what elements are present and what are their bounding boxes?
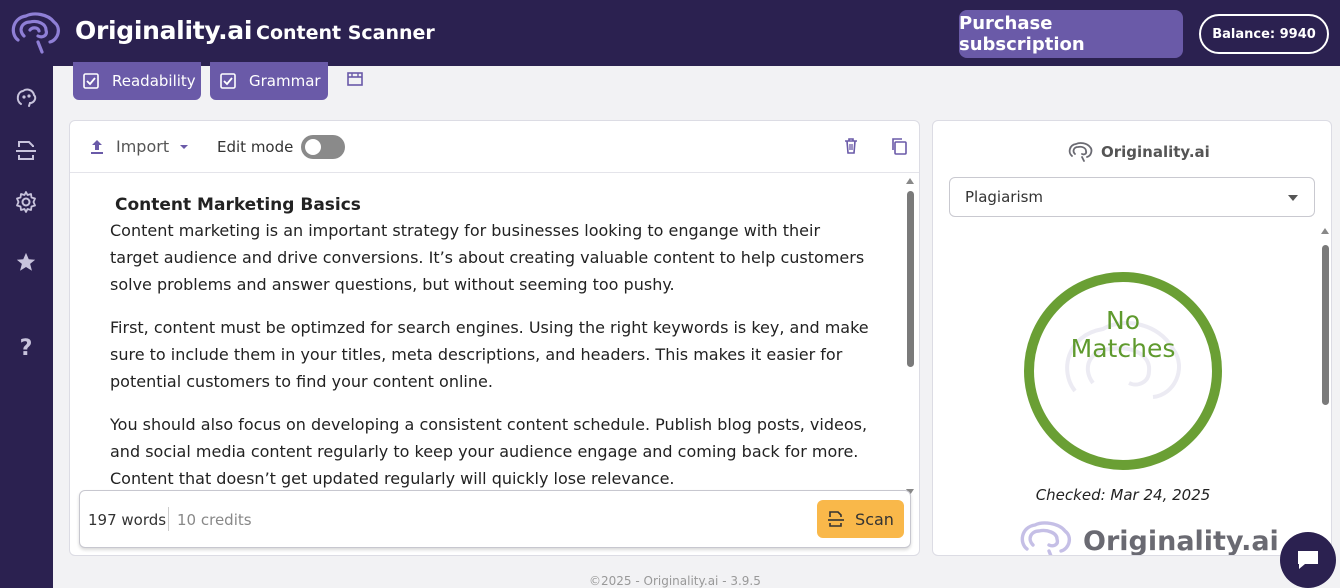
- result-ring: [1023, 271, 1223, 471]
- scan-label: Scan: [855, 510, 894, 529]
- edit-mode-toggle[interactable]: [301, 135, 345, 159]
- editor-panel: Import Edit mode Content Marketing Basic…: [69, 120, 920, 556]
- paragraph: First, content must be optimzed for sear…: [110, 314, 870, 395]
- trash-icon[interactable]: [842, 137, 860, 155]
- readability-toggle[interactable]: Readability: [73, 62, 201, 100]
- brain-logo-icon[interactable]: [8, 10, 64, 56]
- left-sidebar: ?: [0, 66, 53, 588]
- brain-icon: [14, 86, 38, 110]
- paragraph: You should also focus on developing a co…: [110, 411, 870, 489]
- sidebar-item-favorites[interactable]: [12, 248, 40, 276]
- checkbox-checked-icon: [83, 73, 99, 89]
- result-status: No Matches: [1023, 307, 1223, 363]
- result-line: Matches: [1023, 335, 1223, 363]
- copyright-text: ©2025 - Originality.ai - 3.9.5: [589, 574, 761, 588]
- scan-icon: [14, 138, 38, 162]
- copy-icon[interactable]: [890, 137, 908, 155]
- brain-logo-icon: [1017, 519, 1075, 556]
- import-button[interactable]: Import: [88, 137, 189, 156]
- results-panel: Originality.ai Plagiarism No Matches Che…: [932, 120, 1332, 556]
- chevron-down-icon: [1288, 195, 1298, 201]
- readability-label: Readability: [112, 72, 196, 90]
- upload-icon: [88, 138, 106, 156]
- results-brand: Originality.ai: [1067, 141, 1210, 163]
- calendar-icon[interactable]: [346, 70, 364, 88]
- editor-toolbar: Import Edit mode: [70, 121, 919, 173]
- checkbox-checked-icon: [220, 73, 236, 89]
- scroll-up-arrow-icon[interactable]: [906, 178, 914, 184]
- checked-date: Checked: Mar 24, 2025: [933, 486, 1313, 504]
- brand-name[interactable]: Originality.ai: [75, 16, 252, 45]
- star-icon: [15, 251, 37, 273]
- paragraph: Content marketing is an important strate…: [110, 217, 870, 298]
- scan-footer-bar: 197 words 10 credits Scan: [79, 490, 911, 548]
- grammar-label: Grammar: [249, 72, 321, 90]
- edit-mode-label: Edit mode: [217, 138, 293, 156]
- sidebar-item-ai-detection[interactable]: [12, 84, 40, 112]
- page-title: Content Scanner: [256, 22, 435, 44]
- scan-type-value: Plagiarism: [965, 188, 1043, 206]
- purchase-subscription-button[interactable]: Purchase subscription: [959, 10, 1183, 58]
- sidebar-item-help[interactable]: ?: [12, 334, 40, 362]
- grammar-toggle[interactable]: Grammar: [210, 62, 328, 100]
- results-footer-brand: Originality.ai: [1017, 519, 1279, 556]
- balance-badge[interactable]: Balance: 9940: [1199, 14, 1329, 54]
- word-count: 197 words: [88, 511, 166, 529]
- credits-count: 10 credits: [177, 511, 252, 529]
- document-text[interactable]: Content Marketing Basics Content marketi…: [110, 193, 870, 489]
- brain-logo-icon: [1067, 141, 1093, 163]
- sidebar-item-scan[interactable]: [12, 136, 40, 164]
- scroll-thumb[interactable]: [907, 191, 914, 367]
- import-label: Import: [116, 137, 169, 156]
- divider: [168, 507, 169, 531]
- chat-icon: [1295, 548, 1321, 572]
- gear-icon: [14, 190, 38, 214]
- caret-down-icon: [179, 142, 189, 152]
- result-line: No: [1023, 307, 1223, 335]
- document-title: Content Marketing Basics: [115, 193, 870, 217]
- results-scrollbar[interactable]: [1319, 225, 1331, 555]
- sidebar-item-settings[interactable]: [12, 188, 40, 216]
- scroll-thumb[interactable]: [1322, 245, 1329, 405]
- scan-icon: [827, 510, 845, 528]
- scan-button[interactable]: Scan: [817, 500, 904, 538]
- results-brand-name: Originality.ai: [1101, 143, 1210, 161]
- toggle-knob: [305, 139, 321, 155]
- top-header: Originality.ai Content Scanner Purchase …: [0, 0, 1340, 66]
- help-icon: ?: [20, 336, 33, 361]
- scroll-up-arrow-icon[interactable]: [1321, 228, 1329, 234]
- results-footer-brand-name: Originality.ai: [1083, 526, 1279, 557]
- chat-support-button[interactable]: [1280, 532, 1336, 588]
- editor-scrollbar[interactable]: [904, 175, 916, 495]
- scan-type-select[interactable]: Plagiarism: [949, 177, 1315, 217]
